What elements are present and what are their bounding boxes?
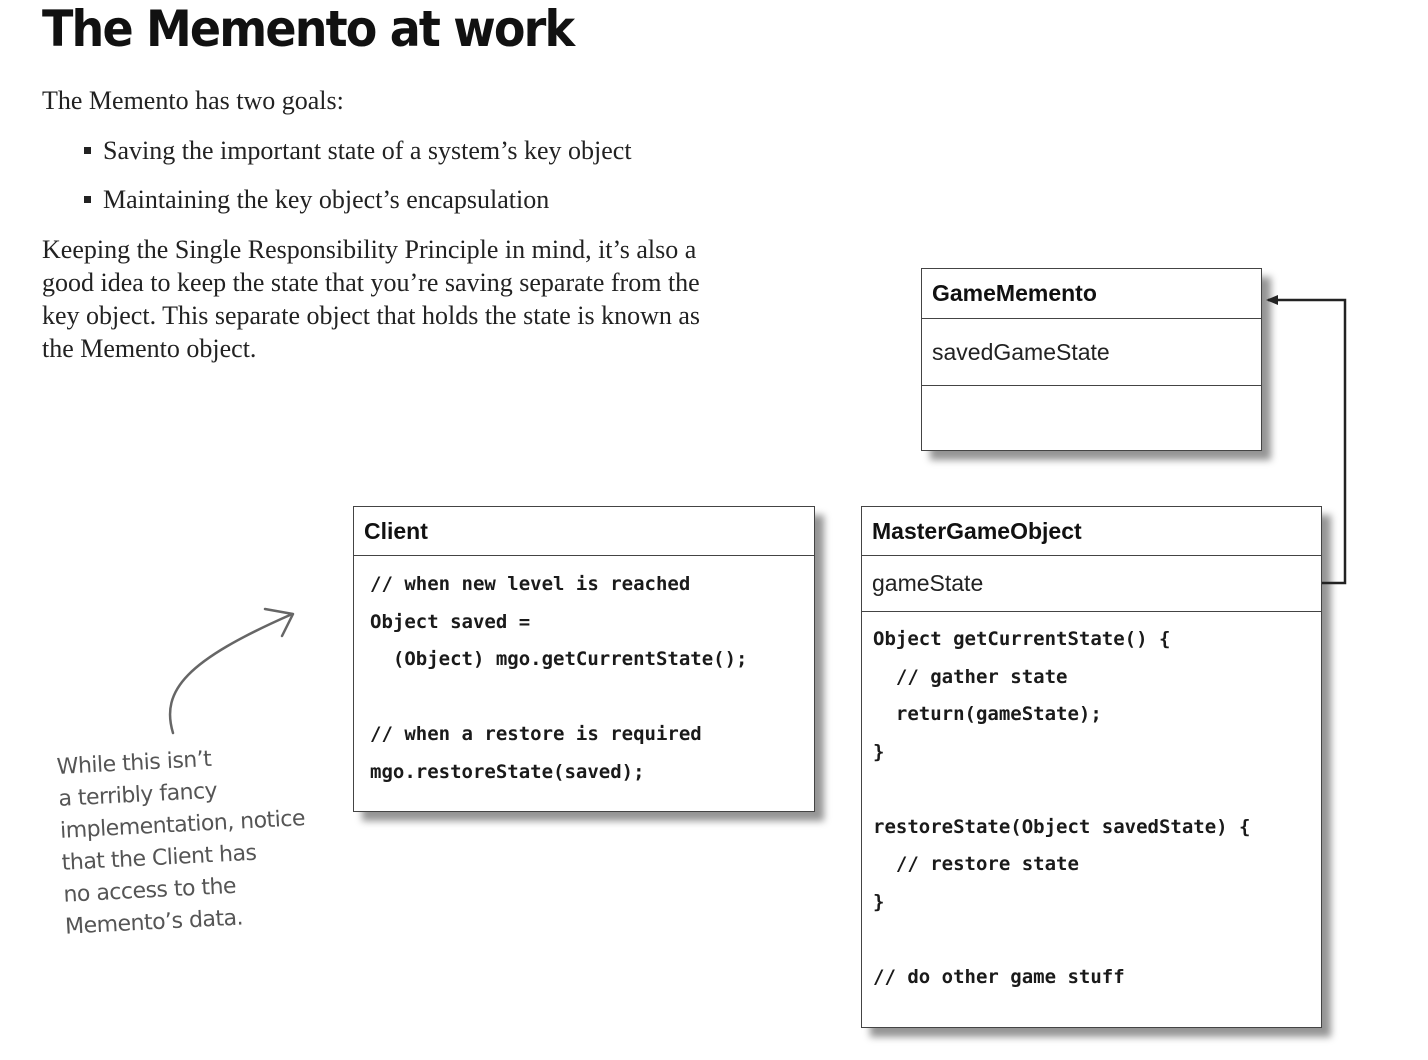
annotation-arrowhead-icon [263,607,295,638]
annotation-arrow-icon [168,613,292,735]
handwritten-annotation: While this isn’t a terribly fancy implem… [56,746,306,940]
state-association-arrow [1266,295,1347,585]
